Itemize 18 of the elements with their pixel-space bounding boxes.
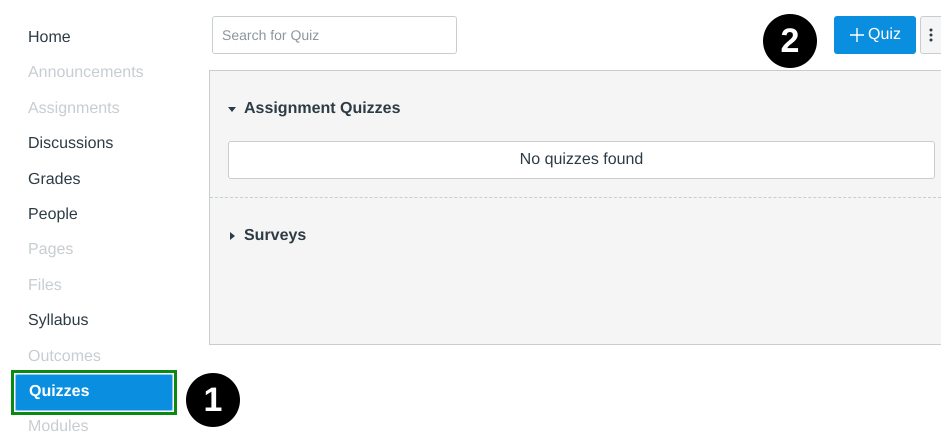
caret-icon[interactable] — [228, 232, 236, 240]
nav-link[interactable]: Quizzes — [15, 374, 173, 411]
nav-link[interactable]: Syllabus — [11, 310, 88, 332]
kebab-icon — [929, 28, 933, 42]
nav-link[interactable]: People — [11, 204, 78, 226]
more-options-button[interactable] — [920, 16, 941, 54]
caret-icon[interactable] — [228, 105, 236, 113]
step-number-badge: 2 — [763, 14, 817, 68]
nav-link[interactable]: Grades — [11, 168, 80, 190]
plus-icon — [849, 27, 866, 43]
section-title[interactable]: Assignment Quizzes — [244, 100, 400, 118]
step-number-badge: 1 — [186, 373, 240, 427]
search-field[interactable]: Search for Quiz — [212, 16, 457, 54]
nav-link[interactable]: Discussions — [11, 133, 114, 155]
empty-message: No quizzes found — [228, 141, 935, 179]
nav-link[interactable]: Home — [11, 27, 71, 48]
add-quiz-button[interactable]: Quiz — [834, 16, 916, 54]
section-title[interactable]: Surveys — [244, 227, 306, 245]
